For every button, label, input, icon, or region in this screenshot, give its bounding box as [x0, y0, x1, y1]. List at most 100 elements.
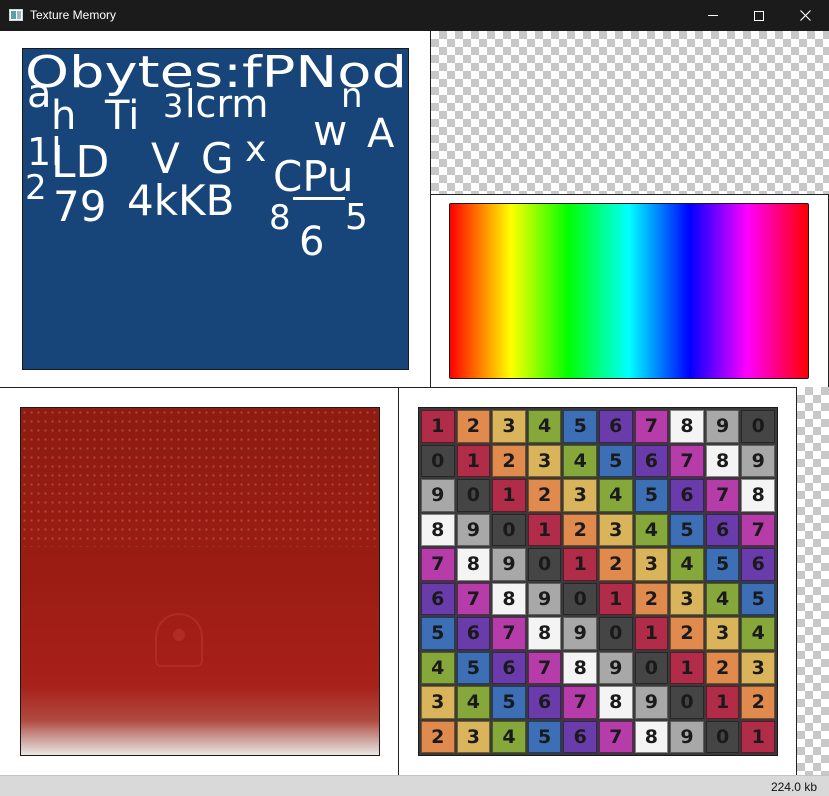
- glyph-underscore: [293, 197, 345, 200]
- grid-tile: 6: [492, 651, 526, 684]
- grid-tile: 7: [527, 651, 562, 684]
- glyph: 6: [299, 219, 324, 265]
- grid-tile: 8: [705, 444, 740, 477]
- grid-tile: 5: [456, 651, 491, 684]
- grid-tile: 5: [527, 720, 562, 753]
- grid-tile: 6: [527, 686, 562, 719]
- close-icon: [799, 10, 811, 21]
- noise-overlay: [21, 408, 379, 547]
- minimize-button[interactable]: [690, 0, 736, 31]
- divider: [431, 194, 829, 195]
- glyph: 79: [53, 182, 106, 231]
- grid-tile: 2: [456, 410, 491, 443]
- grid-tile: 7: [598, 720, 633, 753]
- grid-tile: 3: [421, 686, 455, 719]
- grid-tile: 8: [563, 651, 597, 684]
- grid-tile: 1: [421, 410, 455, 443]
- grid-tile: 4: [741, 617, 775, 650]
- texture-canvas: Obytes:fPNod a h Ti 3 lcrm n w A 1l LD V…: [0, 31, 829, 775]
- grid-tile: 9: [598, 651, 633, 684]
- grid-tile: 6: [670, 479, 704, 512]
- grid-tile: 7: [741, 513, 775, 546]
- grid-tile: 9: [527, 582, 562, 615]
- grid-tile: 4: [563, 444, 597, 477]
- grid-tile: 8: [456, 548, 491, 581]
- glyph: lcrm: [185, 82, 268, 126]
- grid-tile: 9: [670, 720, 704, 753]
- glyph: 3: [163, 87, 183, 125]
- grid-tile: 0: [598, 617, 633, 650]
- red-texture: [20, 407, 380, 756]
- grid-tile: 8: [670, 410, 704, 443]
- grid-tile: 7: [634, 410, 669, 443]
- grid-tile: 4: [670, 548, 704, 581]
- grid-tile: 9: [456, 513, 491, 546]
- grid-tile: 8: [421, 513, 455, 546]
- grid-tile: 2: [670, 617, 704, 650]
- glyph: 2: [25, 168, 47, 208]
- grid-tile: 5: [741, 582, 775, 615]
- grid-tile: 5: [421, 617, 455, 650]
- grid-tile: 6: [563, 720, 597, 753]
- grid-tile: 4: [456, 686, 491, 719]
- grid-tile: 6: [705, 513, 740, 546]
- grid-tile: 0: [492, 513, 526, 546]
- grid-tile: 0: [634, 651, 669, 684]
- grid-tile: 1: [598, 582, 633, 615]
- grid-tile: 6: [456, 617, 491, 650]
- faint-emblem: [155, 613, 203, 667]
- grid-tile: 2: [705, 651, 740, 684]
- grid-tile: 0: [563, 582, 597, 615]
- grid-tile: 4: [492, 720, 526, 753]
- glyph: 5: [345, 197, 368, 238]
- glyph: w: [313, 106, 347, 155]
- grid-tile: 2: [741, 686, 775, 719]
- grid-tile: 8: [741, 479, 775, 512]
- grid-tile: 0: [670, 686, 704, 719]
- grid-tile: 8: [634, 720, 669, 753]
- grid-tile: 2: [634, 582, 669, 615]
- grid-tile: 2: [563, 513, 597, 546]
- grid-tile: 6: [421, 582, 455, 615]
- memory-usage-label: 224.0 kb: [770, 780, 817, 794]
- grid-tile: 9: [492, 548, 526, 581]
- grid-tile: 2: [598, 548, 633, 581]
- grid-tile: 8: [598, 686, 633, 719]
- grid-tile: 7: [492, 617, 526, 650]
- maximize-button[interactable]: [736, 0, 782, 31]
- grid-tile: 6: [598, 410, 633, 443]
- divider: [430, 31, 431, 387]
- grid-tile: 8: [527, 617, 562, 650]
- grid-tile: 3: [634, 548, 669, 581]
- minimize-icon: [708, 15, 718, 16]
- number-grid-texture: 1234567890012345678990123456788901234567…: [418, 407, 778, 756]
- grid-tile: 4: [527, 410, 562, 443]
- grid-tile: 9: [421, 479, 455, 512]
- grid-tile: 0: [527, 548, 562, 581]
- hue-gradient-texture: [449, 203, 809, 379]
- grid-tile: 4: [598, 479, 633, 512]
- grid-tile: 5: [598, 444, 633, 477]
- grid-tile: 7: [670, 444, 704, 477]
- glyph: Ti: [104, 93, 139, 139]
- grid-tile: 7: [421, 548, 455, 581]
- grid-tile: 5: [670, 513, 704, 546]
- grid-tile: 7: [705, 479, 740, 512]
- window-title: Texture Memory: [30, 8, 117, 22]
- glyph: LD: [51, 137, 109, 188]
- grid-tile: 2: [527, 479, 562, 512]
- grid-tile: 3: [492, 410, 526, 443]
- grid-tile: 3: [456, 720, 491, 753]
- grid-tile: 0: [705, 720, 740, 753]
- glyph: x: [245, 129, 266, 170]
- grid-tile: 7: [563, 686, 597, 719]
- glyph: a: [27, 71, 52, 117]
- grid-tile: 2: [421, 720, 455, 753]
- transparent-region-top: [431, 31, 829, 194]
- grid-tile: 8: [492, 582, 526, 615]
- grid-tile: 6: [634, 444, 669, 477]
- close-button[interactable]: [782, 0, 828, 31]
- font-atlas-texture: Obytes:fPNod a h Ti 3 lcrm n w A 1l LD V…: [22, 48, 409, 370]
- grid-tile: 2: [492, 444, 526, 477]
- grid-tile: 9: [634, 686, 669, 719]
